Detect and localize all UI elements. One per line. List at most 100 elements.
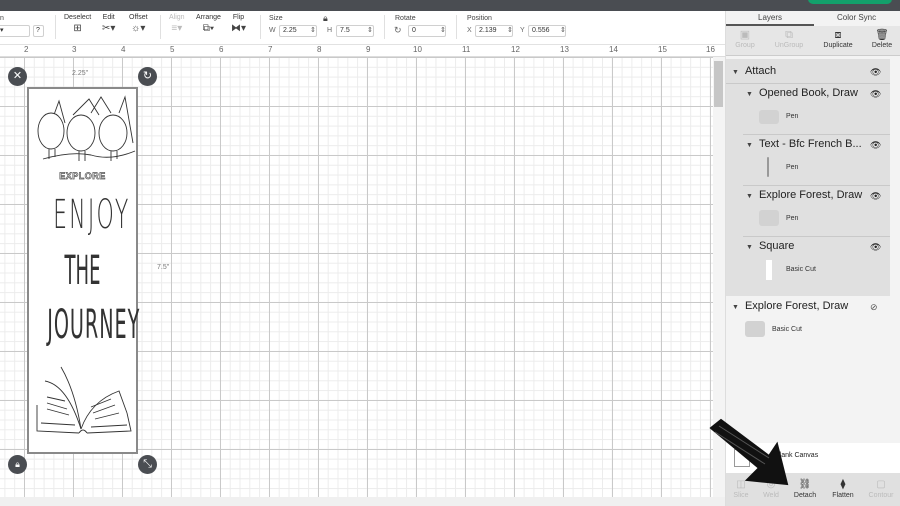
height-stepper-icon[interactable]: ⇕ [367,26,373,34]
caret-down-icon[interactable]: ▼ [746,91,753,98]
layer-operation[interactable]: Pen [786,164,798,171]
position-label: Position [467,15,492,22]
layer-text[interactable]: ▼ Text - Bfc French B... [746,138,862,150]
rotate-handle-icon[interactable]: ↻ [138,67,157,86]
eye-icon[interactable]: 👁︎ [870,140,881,151]
eye-icon[interactable]: 👁︎ [870,242,881,253]
ruler-tick: 9 [366,45,371,54]
delete-button[interactable]: 🗑︎ Delete [863,28,900,49]
layer-name: Explore Forest, Draw [758,189,863,201]
offset-icon: ☼▾ [131,23,146,34]
lock-proportions-icon[interactable]: 🔒︎ [8,455,27,474]
bookmark-design[interactable]: EXPLORE ENJOY THE JOURNEY [27,87,139,454]
horizontal-ruler: 2 3 4 5 6 7 8 9 10 11 12 13 14 15 16 [0,45,725,57]
align-button[interactable]: Align ≡▾ [169,14,185,35]
open-book-illustration [36,366,132,434]
layer-explore-forest-hidden[interactable]: ▼ Explore Forest, Draw [732,300,848,312]
divider [726,83,890,84]
caret-down-icon[interactable]: ▼ [732,304,739,311]
rotate-stepper-icon[interactable]: ⇕ [440,26,446,34]
operation-select[interactable]: ▾ [0,25,30,37]
help-button[interactable]: ? [33,25,44,37]
layer-operation[interactable]: Basic Cut [786,266,816,273]
ungroup-button[interactable]: ⧉ UnGroup [770,28,808,49]
arrange-icon: ⧉▾ [202,23,215,34]
eye-icon[interactable]: 👁︎ [870,89,881,100]
layer-name: Explore Forest, Draw [744,300,849,312]
layer-operation[interactable]: Pen [786,113,798,120]
duplicate-icon: ⧈ [834,29,842,41]
x-stepper-icon[interactable]: ⇕ [507,26,513,34]
weld-label: Weld [763,492,779,499]
offset-button[interactable]: Offset ☼▾ [129,14,148,35]
divider [160,15,161,39]
height-label: H [327,27,333,34]
annotation-arrow-icon [709,418,789,486]
detach-label: Detach [793,492,817,499]
caret-down-icon[interactable]: ▼ [746,142,753,149]
square-thumbnail [766,260,772,280]
panel-tabs: Layers Color Sync [726,11,900,26]
ruler-tick: 5 [170,45,175,54]
operation-label: n [0,15,4,22]
flip-button[interactable]: Flip ⧓▾ [231,14,246,35]
divider [743,185,890,186]
divider [55,15,56,39]
layer-operation[interactable]: Basic Cut [772,326,802,333]
lock-icon[interactable]: 🔒︎ [323,13,328,24]
ruler-tick: 4 [121,45,126,54]
arrange-button[interactable]: Arrange ⧉▾ [196,14,221,35]
ungroup-label: UnGroup [774,42,804,49]
divider [743,236,890,237]
app-header [0,0,900,11]
align-icon: ≡▾ [171,23,183,34]
make-it-button[interactable] [808,0,892,4]
explore-text: EXPLORE [59,171,106,182]
y-stepper-icon[interactable]: ⇕ [560,26,566,34]
close-icon[interactable]: ✕ [8,67,27,86]
deselect-button[interactable]: Deselect ⊞ [64,14,91,35]
tab-layers[interactable]: Layers [758,13,782,22]
eye-hidden-icon[interactable]: ⊘ [870,302,878,313]
eye-icon[interactable]: 👁︎ [870,67,881,78]
contour-icon: ▢ [876,479,886,490]
attach-layer[interactable]: ▼ Attach [732,65,776,77]
caret-down-icon[interactable]: ▼ [746,193,753,200]
deselect-icon: ⊞ [73,23,82,34]
ruler-tick: 3 [72,45,77,54]
attach-group[interactable]: ▼ Attach 👁︎ ▼ Opened Book, Draw 👁︎ Pen ▼ Te… [726,59,890,296]
width-stepper-icon[interactable]: ⇕ [310,26,316,34]
flatten-button[interactable]: ⧫ Flatten [826,478,860,499]
enjoy-text: ENJOY [53,192,131,238]
group-button[interactable]: ▣ Group [726,28,764,49]
canvas-horizontal-scrollbar[interactable] [0,497,725,506]
divider [260,15,261,39]
edit-button[interactable]: Edit ✂▾ [102,14,115,35]
tab-color-sync[interactable]: Color Sync [837,13,876,22]
duplicate-button[interactable]: ⧈ Duplicate [818,28,858,49]
flip-label: Flip [232,14,245,21]
rotate-label: Rotate [395,15,416,22]
slice-label: Slice [733,492,749,499]
ungroup-icon: ⧉ [785,29,793,41]
layer-opened-book[interactable]: ▼ Opened Book, Draw [746,87,858,99]
resize-handle-icon[interactable]: ⤡ [138,455,157,474]
trash-icon: 🗑︎ [875,29,889,41]
offset-label: Offset [129,14,148,21]
layer-operation[interactable]: Pen [786,215,798,222]
caret-down-icon[interactable]: ▼ [746,244,753,251]
edit-label: Edit [102,14,115,21]
divider [456,15,457,39]
height-dimension-label: 7.5" [157,264,170,271]
eye-icon[interactable]: 👁︎ [870,191,881,202]
layer-square[interactable]: ▼ Square [746,240,794,252]
caret-down-icon[interactable]: ▼ [732,69,739,76]
layer-explore-forest[interactable]: ▼ Explore Forest, Draw [746,189,862,201]
ruler-tick: 11 [462,45,471,54]
ruler-tick: 7 [268,45,273,54]
scrollbar-thumb[interactable] [714,61,723,107]
contour-button[interactable]: ▢ Contour [864,478,898,499]
ruler-tick: 13 [560,45,569,54]
duplicate-label: Duplicate [823,42,853,49]
layers-scrollbar[interactable] [890,57,900,442]
